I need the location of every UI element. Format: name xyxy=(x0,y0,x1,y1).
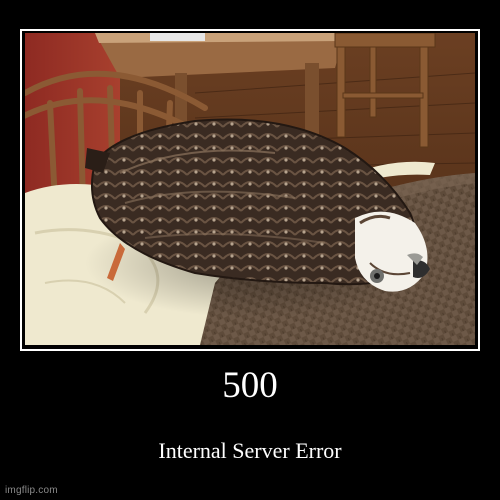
poster-subtitle: Internal Server Error xyxy=(158,438,342,463)
hawk-photo-illustration xyxy=(25,33,475,345)
hawk-photo xyxy=(25,33,475,345)
demotivational-poster: 500 Internal Server Error imgflip.com xyxy=(0,0,500,500)
poster-title: 500 xyxy=(222,365,278,406)
imgflip-watermark: imgflip.com xyxy=(5,485,58,496)
